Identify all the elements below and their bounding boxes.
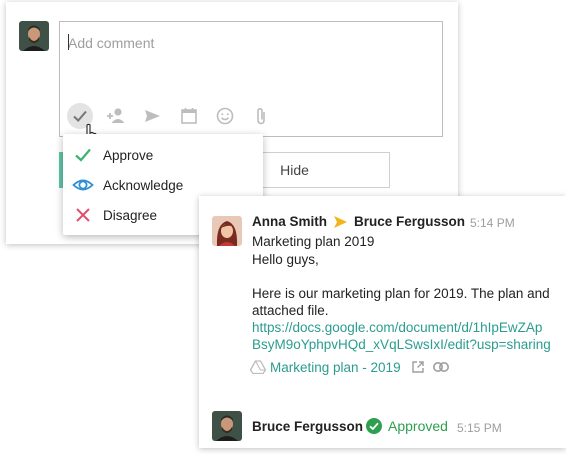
emoji-icon <box>216 107 234 125</box>
approved-status-badge: Approved <box>366 418 448 434</box>
document-link[interactable]: BsyM9oYphpvHQd_xVqLSwsIxI/edit?usp=shari… <box>252 337 551 352</box>
send-icon <box>145 110 160 122</box>
anna-smith-avatar <box>212 216 242 246</box>
emoji-button[interactable] <box>213 104 237 128</box>
approved-label: Approved <box>388 418 448 434</box>
x-icon <box>72 204 94 226</box>
document-link[interactable]: https://docs.google.com/document/d/1hIpE… <box>252 320 542 335</box>
menu-item-label: Disagree <box>103 207 158 223</box>
message-text-line: Hello guys, <box>252 252 319 267</box>
sender-name[interactable]: Anna Smith <box>252 214 327 229</box>
add-person-button[interactable] <box>104 104 128 128</box>
approval-timestamp: 5:15 PM <box>457 421 502 435</box>
bruce-fergusson-avatar <box>212 411 242 441</box>
attachment-link[interactable]: Marketing plan - 2019 <box>270 360 401 375</box>
schedule-button[interactable] <box>177 104 201 128</box>
recipient-name[interactable]: Bruce Fergusson <box>354 214 465 229</box>
drive-icon <box>250 360 266 374</box>
checkmark-icon <box>72 144 94 166</box>
text-caret <box>68 34 69 50</box>
message-timestamp: 5:14 PM <box>470 216 515 230</box>
attachment-icon <box>257 107 265 125</box>
add-person-icon <box>107 108 125 123</box>
arrow-right-icon <box>334 216 347 228</box>
comment-box <box>59 21 443 137</box>
open-external-icon[interactable] <box>411 360 425 374</box>
eye-icon <box>72 174 94 196</box>
message-subject: Marketing plan 2019 <box>252 234 375 249</box>
menu-item-label: Acknowledge <box>103 177 184 193</box>
message-thread-card: Anna Smith Bruce Fergusson 5:14 PM Marke… <box>199 196 566 448</box>
menu-item-approve[interactable]: Approve <box>63 140 263 170</box>
current-user-avatar <box>19 21 49 51</box>
send-button[interactable] <box>140 104 164 128</box>
message-text-line: attached file. <box>252 303 329 318</box>
approver-name[interactable]: Bruce Fergusson <box>252 419 363 434</box>
approved-check-icon <box>366 418 382 434</box>
calendar-icon <box>181 108 197 124</box>
attachment-row: Marketing plan - 2019 <box>250 357 450 377</box>
comment-input[interactable] <box>68 31 428 55</box>
menu-item-label: Approve <box>103 147 154 163</box>
message-text-line: Here is our marketing plan for 2019. The… <box>252 286 550 301</box>
attach-file-button[interactable] <box>249 104 273 128</box>
link-icon[interactable] <box>432 360 450 374</box>
